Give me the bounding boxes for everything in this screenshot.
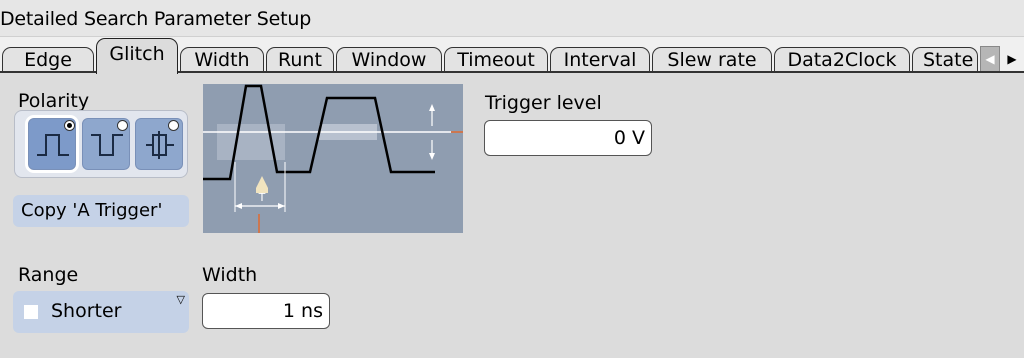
- tab-state[interactable]: State: [912, 47, 978, 71]
- tab-slew-rate[interactable]: Slew rate: [652, 47, 772, 71]
- polarity-negative-radio[interactable]: [117, 120, 128, 131]
- trigger-level-label: Trigger level: [485, 92, 602, 114]
- positive-pulse-icon: [37, 134, 69, 156]
- width-label: Width: [202, 264, 258, 286]
- tab-data2clock[interactable]: Data2Clock: [774, 47, 910, 71]
- width-field[interactable]: 1 ns: [202, 293, 330, 329]
- title-bar: Detailed Search Parameter Setup: [0, 0, 1024, 37]
- triangle-right-icon: ▶: [1007, 52, 1017, 66]
- tab-edge[interactable]: Edge: [2, 47, 94, 71]
- tab-strip: Edge Glitch Width Runt Window Timeout In…: [0, 36, 1024, 74]
- either-pulse-icon: [146, 131, 174, 159]
- copy-a-trigger-button[interactable]: Copy 'A Trigger': [13, 195, 189, 227]
- tab-scroll-right-button[interactable]: ▶: [1002, 46, 1022, 72]
- tab-window[interactable]: Window: [336, 47, 442, 71]
- tab-glitch[interactable]: Glitch: [96, 38, 178, 74]
- range-checkbox: [24, 305, 38, 319]
- dropdown-triangle-icon: ▽: [176, 293, 185, 306]
- glitch-diagram: T: [203, 84, 463, 233]
- width-marker-label: T: [258, 191, 266, 204]
- window-title: Detailed Search Parameter Setup: [0, 8, 312, 30]
- tab-scroll-left-button[interactable]: ◀: [980, 46, 1000, 72]
- tab-interval[interactable]: Interval: [550, 47, 650, 71]
- range-select[interactable]: Shorter ▽: [13, 291, 189, 333]
- polarity-positive-radio[interactable]: [64, 120, 75, 131]
- polarity-either-radio[interactable]: [168, 120, 179, 131]
- triangle-left-icon: ◀: [985, 52, 995, 66]
- range-label: Range: [18, 264, 79, 286]
- tab-runt[interactable]: Runt: [266, 47, 334, 71]
- trigger-level-field[interactable]: 0 V: [484, 120, 652, 156]
- range-value: Shorter: [51, 300, 122, 322]
- polarity-label: Polarity: [18, 90, 90, 112]
- negative-pulse-icon: [91, 134, 123, 156]
- tab-timeout[interactable]: Timeout: [444, 47, 548, 71]
- tab-width[interactable]: Width: [180, 47, 264, 71]
